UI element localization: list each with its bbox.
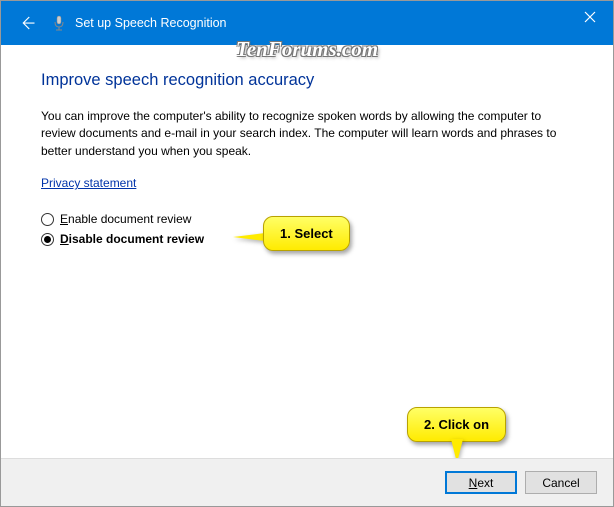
page-description: You can improve the computer's ability t… bbox=[41, 108, 573, 160]
privacy-link[interactable]: Privacy statement bbox=[41, 176, 136, 190]
page-heading: Improve speech recognition accuracy bbox=[41, 71, 573, 90]
titlebar: Set up Speech Recognition bbox=[1, 1, 613, 45]
close-button[interactable] bbox=[567, 1, 613, 33]
radio-icon bbox=[41, 213, 54, 226]
radio-label: Enable document review bbox=[60, 212, 191, 226]
button-bar: Next Cancel bbox=[1, 458, 613, 506]
radio-label: Disable document review bbox=[60, 232, 204, 246]
window-title: Set up Speech Recognition bbox=[75, 16, 227, 30]
cancel-button[interactable]: Cancel bbox=[525, 471, 597, 494]
radio-icon bbox=[41, 233, 54, 246]
back-arrow-icon bbox=[18, 14, 36, 32]
microphone-icon bbox=[51, 15, 67, 31]
close-icon bbox=[584, 11, 596, 23]
annotation-select: 1. Select bbox=[263, 216, 350, 251]
annotation-click: 2. Click on bbox=[407, 407, 506, 442]
next-button[interactable]: Next bbox=[445, 471, 517, 494]
back-button[interactable] bbox=[15, 11, 39, 35]
callout-tail bbox=[233, 233, 265, 241]
